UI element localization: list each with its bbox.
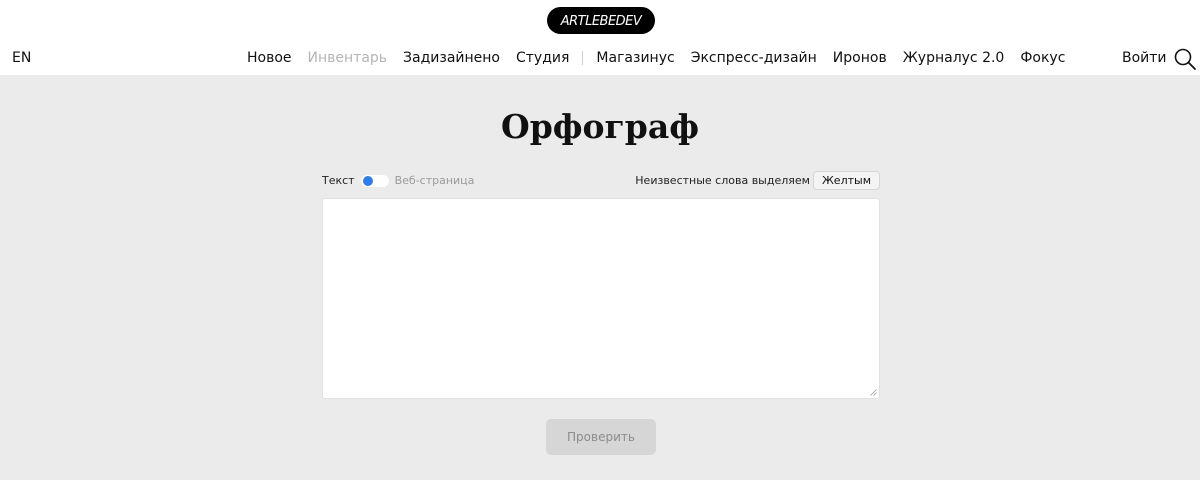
- nav-item-ironov[interactable]: Иронов: [833, 48, 887, 68]
- highlight-color-row: Неизвестные слова выделяем Желтым: [635, 171, 880, 190]
- logo-wordmark-icon: ARTLEBEDEV: [560, 14, 644, 29]
- artlebedev-logo[interactable]: ARTLEBEDEV: [547, 7, 655, 34]
- mode-toggle[interactable]: [360, 175, 389, 187]
- nav-item-magazinus[interactable]: Магазинус: [596, 48, 674, 68]
- nav-item-zadizaineno[interactable]: Задизайнено: [403, 48, 500, 68]
- language-switch[interactable]: EN: [12, 49, 31, 67]
- search-icon: [1174, 48, 1196, 70]
- main-nav: Новое Инвентарь Задизайнено Студия Магаз…: [247, 48, 1065, 68]
- mode-text-label[interactable]: Текст: [322, 173, 355, 189]
- nav-item-fokus[interactable]: Фокус: [1020, 48, 1065, 68]
- nav-item-novoe[interactable]: Новое: [247, 48, 292, 68]
- mode-switch-row: Текст Веб-страница: [322, 173, 474, 189]
- site-header: ARTLEBEDEV EN Новое Инвентарь Задизайнен…: [0, 0, 1200, 75]
- nav-item-inventar[interactable]: Инвентарь: [308, 48, 388, 68]
- nav-item-zhurnalus[interactable]: Журналус 2.0: [903, 48, 1005, 68]
- highlight-color-select[interactable]: Желтым: [812, 171, 880, 190]
- mode-web-label[interactable]: Веб-страница: [395, 173, 475, 189]
- nav-divider: [582, 51, 584, 65]
- page-title: Орфограф: [500, 107, 700, 146]
- nav-item-express-design[interactable]: Экспресс-дизайн: [691, 48, 817, 68]
- toggle-knob: [362, 176, 373, 186]
- highlight-label: Неизвестные слова выделяем: [635, 173, 810, 187]
- logo-text: ARTLEBEDEV: [560, 14, 643, 29]
- nav-item-studiya[interactable]: Студия: [516, 48, 569, 68]
- text-input-area[interactable]: [322, 198, 880, 399]
- search-button[interactable]: [1173, 47, 1197, 71]
- resize-grip-icon[interactable]: [870, 389, 877, 396]
- check-button[interactable]: Проверить: [546, 419, 656, 455]
- login-link[interactable]: Войти: [1122, 48, 1167, 68]
